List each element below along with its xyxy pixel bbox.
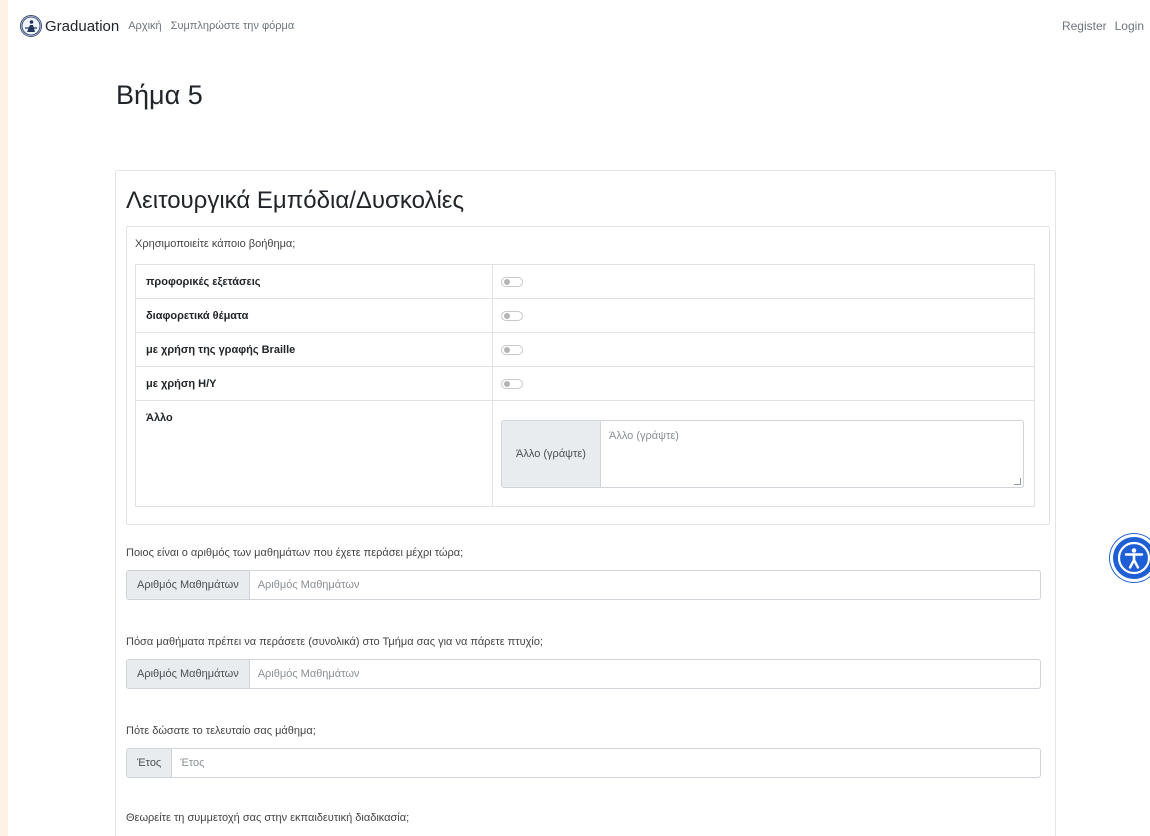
aid-other-cell: Άλλο (γράψτε) Άλλο (γράψτε) — [492, 400, 1035, 507]
aid-toggle-cell — [492, 366, 1035, 401]
aid-table: προφορικές εξετάσεις διαφορετικά θέματα … — [135, 264, 1035, 507]
question-label-participation: Θεωρείτε τη συμμετοχή σας στην εκπαιδευτ… — [126, 812, 410, 824]
aid-label: διαφορετικά θέματα — [135, 298, 493, 333]
nav-link-fill-form[interactable]: Συμπληρώστε την φόρμα — [171, 20, 295, 32]
other-input-prefix: Άλλο (γράψτε) — [502, 421, 601, 487]
nav-link-home[interactable]: Αρχική — [128, 20, 161, 32]
aid-toggle-computer[interactable] — [501, 378, 523, 389]
courses-passed-input-group: Αριθμός Μαθημάτων Αριθμός Μαθημάτων — [126, 570, 1041, 600]
aid-toggle-different-topics[interactable] — [501, 310, 523, 321]
aid-row: προφορικές εξετάσεις — [135, 264, 1035, 299]
aid-label-other: Άλλο — [135, 400, 493, 507]
section-title: Λειτουργικά Εμπόδια/Δυσκολίες — [126, 187, 465, 214]
aid-label: με χρήση της γραφής Braille — [135, 332, 493, 367]
aid-toggle-oral-exams[interactable] — [501, 276, 523, 287]
aid-fieldset: Χρησιμοποιείτε κάποιο βοήθημα; προφορικέ… — [126, 226, 1050, 525]
accessibility-icon — [1117, 541, 1150, 575]
last-exam-year-prefix: Έτος — [127, 749, 173, 777]
aid-row: με χρήση της γραφής Braille — [135, 332, 1035, 367]
last-exam-year-input[interactable]: Έτος — [172, 749, 1040, 777]
aid-label: με χρήση Η/Υ — [135, 366, 493, 401]
courses-required-input-group: Αριθμός Μαθημάτων Αριθμός Μαθημάτων — [126, 659, 1041, 689]
resize-grip-icon[interactable] — [1014, 478, 1021, 485]
nav-auth: Register Login — [1054, 19, 1144, 33]
form-card: Λειτουργικά Εμπόδια/Δυσκολίες Χρησιμοποι… — [115, 170, 1056, 836]
aid-row-other: Άλλο Άλλο (γράψτε) Άλλο (γράψτε) — [135, 400, 1035, 507]
question-label-courses-passed: Ποιος είναι ο αριθμός των μαθημάτων που … — [126, 547, 464, 559]
brand-name: Graduation — [45, 17, 120, 35]
toggle-knob — [504, 380, 510, 387]
aid-label: προφορικές εξετάσεις — [135, 264, 493, 299]
courses-required-prefix: Αριθμός Μαθημάτων — [127, 660, 250, 688]
navbar: Graduation Αρχική Συμπληρώστε την φόρμα … — [8, 0, 1150, 52]
toggle-knob — [504, 278, 510, 285]
toggle-knob — [504, 346, 510, 353]
brand[interactable]: Graduation — [20, 15, 119, 37]
accessibility-button[interactable] — [1110, 534, 1150, 582]
question-label-courses-required: Πόσα μαθήματα πρέπει να περάσετε (συνολι… — [126, 636, 543, 648]
aid-question: Χρησιμοποιείτε κάποιο βοήθημα; — [135, 238, 296, 250]
courses-required-input[interactable]: Αριθμός Μαθημάτων — [250, 660, 1040, 688]
other-input-group: Άλλο (γράψτε) Άλλο (γράψτε) — [501, 420, 1024, 488]
aid-toggle-cell — [492, 298, 1035, 333]
aid-row: με χρήση Η/Υ — [135, 366, 1035, 401]
page: Graduation Αρχική Συμπληρώστε την φόρμα … — [8, 0, 1150, 836]
graduation-logo-icon — [20, 15, 42, 37]
page-title: Βήμα 5 — [116, 80, 203, 110]
login-link[interactable]: Login — [1115, 19, 1144, 33]
aid-toggle-braille[interactable] — [501, 344, 523, 355]
courses-passed-prefix: Αριθμός Μαθημάτων — [127, 571, 250, 599]
other-textarea[interactable]: Άλλο (γράψτε) — [601, 421, 1023, 487]
courses-passed-input[interactable]: Αριθμός Μαθημάτων — [250, 571, 1040, 599]
question-label-last-exam: Πότε δώσατε το τελευταίο σας μάθημα; — [126, 725, 316, 737]
aid-row: διαφορετικά θέματα — [135, 298, 1035, 333]
toggle-knob — [504, 312, 510, 319]
aid-toggle-cell — [492, 332, 1035, 367]
aid-toggle-cell — [492, 264, 1035, 299]
register-link[interactable]: Register — [1062, 19, 1107, 33]
other-textarea-placeholder: Άλλο (γράψτε) — [609, 430, 679, 442]
last-exam-year-input-group: Έτος Έτος — [126, 748, 1041, 778]
